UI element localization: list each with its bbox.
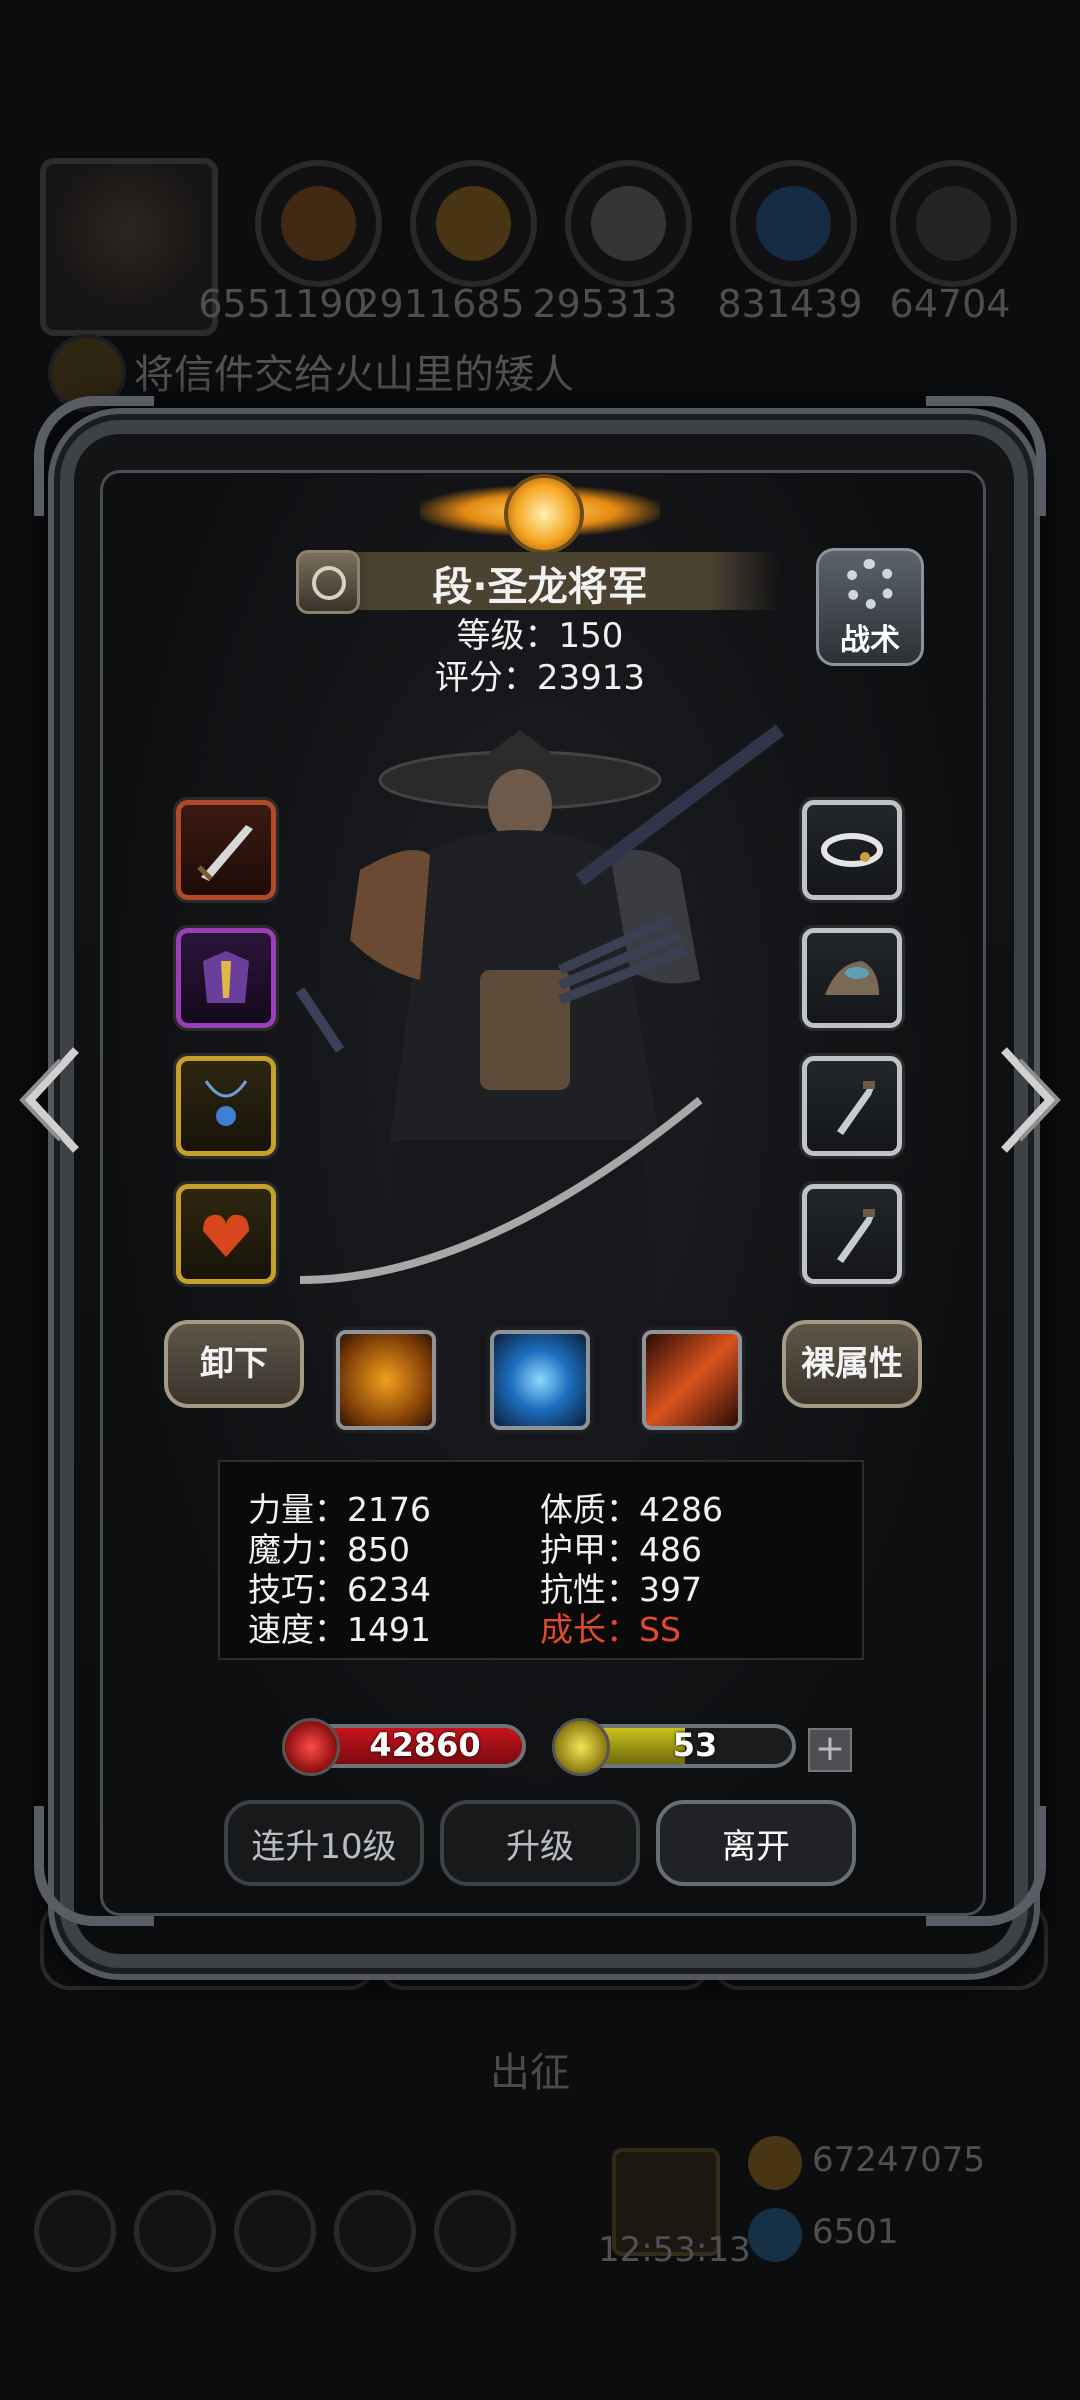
tactics-label: 战术 bbox=[840, 623, 900, 658]
previous-hero-arrow-icon[interactable] bbox=[16, 1040, 86, 1160]
gem-count: 6501 bbox=[812, 2212, 899, 2252]
add-energy-button[interactable]: + bbox=[808, 1728, 852, 1772]
dagger-icon bbox=[837, 1081, 875, 1135]
resource-icon-5 bbox=[890, 160, 1017, 287]
eye-skill-icon[interactable] bbox=[490, 1330, 590, 1430]
frame-ornament bbox=[926, 396, 1046, 516]
tactics-button[interactable]: 战术 bbox=[816, 548, 924, 666]
gear-icon bbox=[845, 559, 895, 609]
gold-count: 67247075 bbox=[812, 2140, 986, 2180]
stone-icon bbox=[825, 961, 879, 995]
expedition-label: 出征 bbox=[490, 2050, 570, 2096]
stat-growth: 成长：SS bbox=[540, 1610, 681, 1649]
gold-coin-icon bbox=[748, 2136, 802, 2190]
resource-icon-2 bbox=[410, 160, 537, 287]
level-up-10-button[interactable]: 连升10级 bbox=[224, 1800, 424, 1886]
resource-icon-3 bbox=[565, 160, 692, 287]
resource-count: 2911685 bbox=[355, 282, 525, 326]
slash-skill-icon[interactable] bbox=[642, 1330, 742, 1430]
level-up-button[interactable]: 升级 bbox=[440, 1800, 640, 1886]
equip-slot-weapon[interactable] bbox=[176, 800, 276, 900]
menu-icon bbox=[134, 2190, 216, 2272]
resource-count: 6551190 bbox=[198, 282, 368, 326]
stat-speed: 速度：1491 bbox=[248, 1610, 431, 1649]
equip-slot-ring[interactable] bbox=[802, 800, 902, 900]
next-hero-arrow-icon[interactable] bbox=[994, 1040, 1064, 1160]
leave-button[interactable]: 离开 bbox=[656, 1800, 856, 1886]
armor-icon bbox=[203, 951, 249, 1003]
frame-ornament bbox=[34, 1806, 154, 1926]
resource-icon-4 bbox=[730, 160, 857, 287]
timer: 12:53:13 bbox=[598, 2230, 751, 2270]
equip-slot-dagger-1[interactable] bbox=[802, 1056, 902, 1156]
frame-ornament bbox=[34, 396, 154, 516]
frame-ornament bbox=[926, 1806, 1046, 1926]
equip-slot-stone[interactable] bbox=[802, 928, 902, 1028]
cloud-ring-icon bbox=[821, 833, 883, 867]
player-avatar bbox=[40, 158, 218, 336]
shield-skill-icon[interactable] bbox=[336, 1330, 436, 1430]
hp-value: 42860 bbox=[369, 1726, 481, 1764]
hero-name: 段·圣龙将军 bbox=[432, 564, 648, 610]
resource-count: 295313 bbox=[532, 282, 678, 326]
gem-icon bbox=[748, 2208, 802, 2262]
hero-score: 评分：23913 bbox=[434, 658, 646, 698]
sword-icon bbox=[197, 825, 253, 881]
equip-slot-armor[interactable] bbox=[176, 928, 276, 1028]
resource-count: 831439 bbox=[717, 282, 863, 326]
menu-icon bbox=[334, 2190, 416, 2272]
unequip-button[interactable]: 卸下 bbox=[164, 1320, 304, 1408]
dagger-icon bbox=[837, 1209, 875, 1263]
quest-text: 将信件交给火山里的矮人 bbox=[134, 352, 574, 398]
resource-count: 64704 bbox=[889, 282, 1011, 326]
equip-slot-amulet[interactable] bbox=[176, 1056, 276, 1156]
energy-value: 53 bbox=[672, 1726, 718, 1764]
sun-emblem-icon bbox=[420, 456, 660, 566]
menu-icon bbox=[234, 2190, 316, 2272]
menu-icon bbox=[34, 2190, 116, 2272]
heart-charm-icon bbox=[203, 1214, 249, 1257]
equip-slot-charm[interactable] bbox=[176, 1184, 276, 1284]
resource-icon-1 bbox=[255, 160, 382, 287]
base-attributes-button[interactable]: 裸属性 bbox=[782, 1320, 922, 1408]
menu-icon bbox=[434, 2190, 516, 2272]
amulet-icon bbox=[204, 1080, 248, 1126]
equip-slot-dagger-2[interactable] bbox=[802, 1184, 902, 1284]
